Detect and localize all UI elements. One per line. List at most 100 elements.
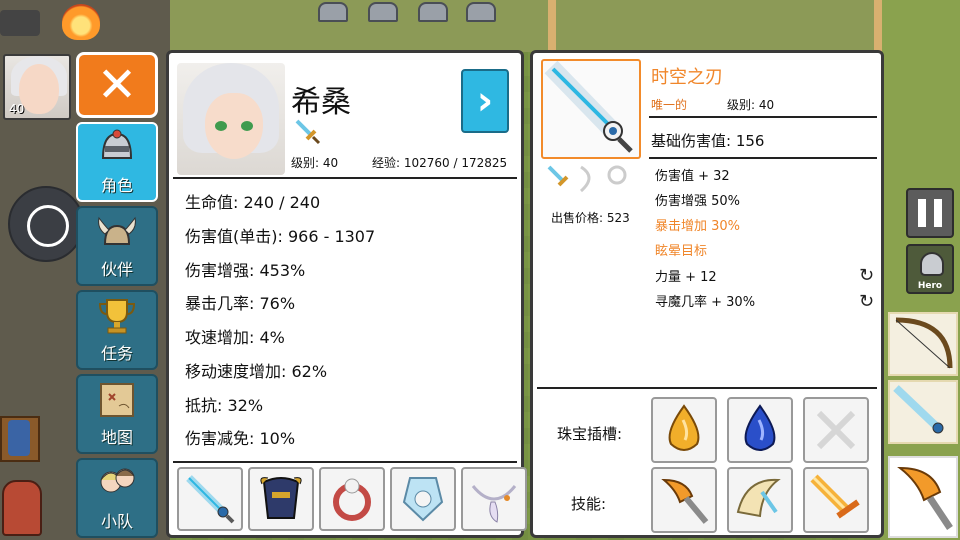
reroll-icon[interactable]: ↻ xyxy=(859,265,874,286)
player-sprite xyxy=(2,480,42,536)
item-class-icons xyxy=(547,165,627,193)
sword-class-icon xyxy=(547,165,569,187)
divider xyxy=(649,116,877,118)
gem-slots-label: 珠宝插槽: xyxy=(557,425,623,443)
hero-large-portrait xyxy=(177,63,285,175)
virtual-joystick[interactable] xyxy=(8,186,84,262)
divider xyxy=(537,387,877,389)
knight-sprite xyxy=(318,2,348,22)
hero-portrait-button[interactable]: 40 xyxy=(3,54,71,120)
nav-label: 地图 xyxy=(100,428,133,447)
hero-level-badge: 40 xyxy=(9,102,25,116)
hero-eye xyxy=(215,121,227,131)
affix-strength: 力量 + 12 xyxy=(655,270,717,285)
nav-map[interactable]: 地图 xyxy=(76,374,158,454)
campfire-sprite xyxy=(62,4,100,40)
stat-move-speed: 移动速度增加: 62% xyxy=(185,362,328,381)
skill-slot-1[interactable] xyxy=(651,467,717,533)
armor-icon xyxy=(260,477,302,519)
empty-slot-x-icon xyxy=(816,410,856,450)
sapphire-gem-icon xyxy=(744,404,776,451)
hero-level: 级别: 40 xyxy=(291,156,339,170)
hero-experience: 经验: 102760 / 172825 xyxy=(372,156,508,170)
affix-stun: 眩晕目标 xyxy=(655,244,708,259)
affix-magic-find: 寻魔几率 + 30% xyxy=(655,295,756,310)
skill-slot-3[interactable] xyxy=(803,467,869,533)
equip-slot-armor[interactable] xyxy=(248,467,314,531)
knight-sprite xyxy=(368,2,398,22)
dirt-path xyxy=(874,0,882,52)
hero-button[interactable]: Hero xyxy=(906,244,954,294)
joystick-ring-icon xyxy=(27,205,69,247)
nav-quest[interactable]: 任务 xyxy=(76,290,158,370)
quick-item-axe[interactable] xyxy=(888,456,958,538)
amber-gem-icon xyxy=(668,404,700,451)
item-name: 时空之刃 xyxy=(651,67,723,88)
nav-label: 伙伴 xyxy=(100,260,133,279)
next-hero-button[interactable]: › xyxy=(461,69,509,133)
stat-damage-reduction: 伤害减免: 10% xyxy=(185,429,296,448)
equip-slot-ring[interactable] xyxy=(319,467,385,531)
affix-crit: 暴击增加 30% xyxy=(655,219,741,234)
close-button[interactable]: ✕ xyxy=(76,52,158,118)
equip-slot-weapon[interactable] xyxy=(177,467,243,531)
nav-label: 小队 xyxy=(100,512,133,531)
divider xyxy=(173,177,517,179)
hero-face xyxy=(205,93,263,159)
equip-slot-accessory[interactable] xyxy=(461,467,527,531)
character-panel: 希桑 › 级别: 40 经验: 102760 / 172825 生命值: 240… xyxy=(166,50,527,538)
chevron-right-icon: › xyxy=(476,78,494,124)
bow-class-icon xyxy=(579,165,591,193)
sword-icon xyxy=(186,475,235,524)
pause-button[interactable] xyxy=(906,188,954,238)
quick-item-sword[interactable] xyxy=(888,380,958,444)
hero-button-label: Hero xyxy=(917,281,943,291)
party-icon xyxy=(100,468,135,493)
helmet-icon xyxy=(920,252,944,276)
barrel-sprite xyxy=(8,420,30,456)
quick-item-bow[interactable] xyxy=(888,312,958,376)
item-base-damage: 基础伤害值: 156 xyxy=(651,132,765,150)
sword-icon xyxy=(893,385,944,434)
item-sell-price: 出售价格: 523 xyxy=(551,211,630,225)
axe-skill-icon xyxy=(661,478,709,524)
nav-character[interactable]: 角色 xyxy=(76,122,158,202)
top-terrain xyxy=(170,0,890,52)
divider xyxy=(173,461,517,463)
nav-partner[interactable]: 伙伴 xyxy=(76,206,158,286)
bow-icon xyxy=(895,317,953,369)
trophy-icon xyxy=(98,299,136,334)
gem-slot-empty[interactable] xyxy=(803,397,869,463)
item-image-frame xyxy=(541,59,641,159)
nav-label: 任务 xyxy=(100,344,133,363)
divider xyxy=(649,157,877,159)
equip-slot-amulet[interactable] xyxy=(390,467,456,531)
viking-helmet-icon xyxy=(98,216,136,245)
knight-sprite xyxy=(466,2,496,22)
blade-burst-skill-icon xyxy=(810,474,860,519)
crystal-ring-icon xyxy=(402,477,444,522)
skills-label: 技能: xyxy=(571,495,607,513)
staff-class-icon xyxy=(607,165,627,185)
stat-resistance: 抵抗: 32% xyxy=(185,396,264,415)
axe-icon xyxy=(897,466,953,530)
close-icon: ✕ xyxy=(96,57,138,113)
item-detail-panel: 时空之刃 唯一的 级别: 40 基础伤害值: 156 出售价格: 523 伤害值… xyxy=(530,50,884,538)
ring-icon xyxy=(333,478,371,521)
wing-skill-icon xyxy=(736,478,781,518)
skill-slot-2[interactable] xyxy=(727,467,793,533)
stat-attack-speed: 攻速增加: 4% xyxy=(185,328,285,347)
dirt-path xyxy=(548,0,556,52)
anvil-sprite xyxy=(0,10,40,36)
reroll-icon[interactable]: ↻ xyxy=(859,291,874,312)
equipment-slots xyxy=(177,467,527,531)
item-rarity: 唯一的 xyxy=(651,98,688,112)
pause-icon xyxy=(934,199,942,227)
gem-slot-1[interactable] xyxy=(651,397,717,463)
nav-team[interactable]: 小队 xyxy=(76,458,158,538)
hero-eye xyxy=(241,121,253,131)
time-blade-sword-icon xyxy=(544,60,633,153)
feather-necklace-icon xyxy=(471,485,517,523)
gem-slot-2[interactable] xyxy=(727,397,793,463)
stat-damage-boost: 伤害增强: 453% xyxy=(185,261,306,280)
